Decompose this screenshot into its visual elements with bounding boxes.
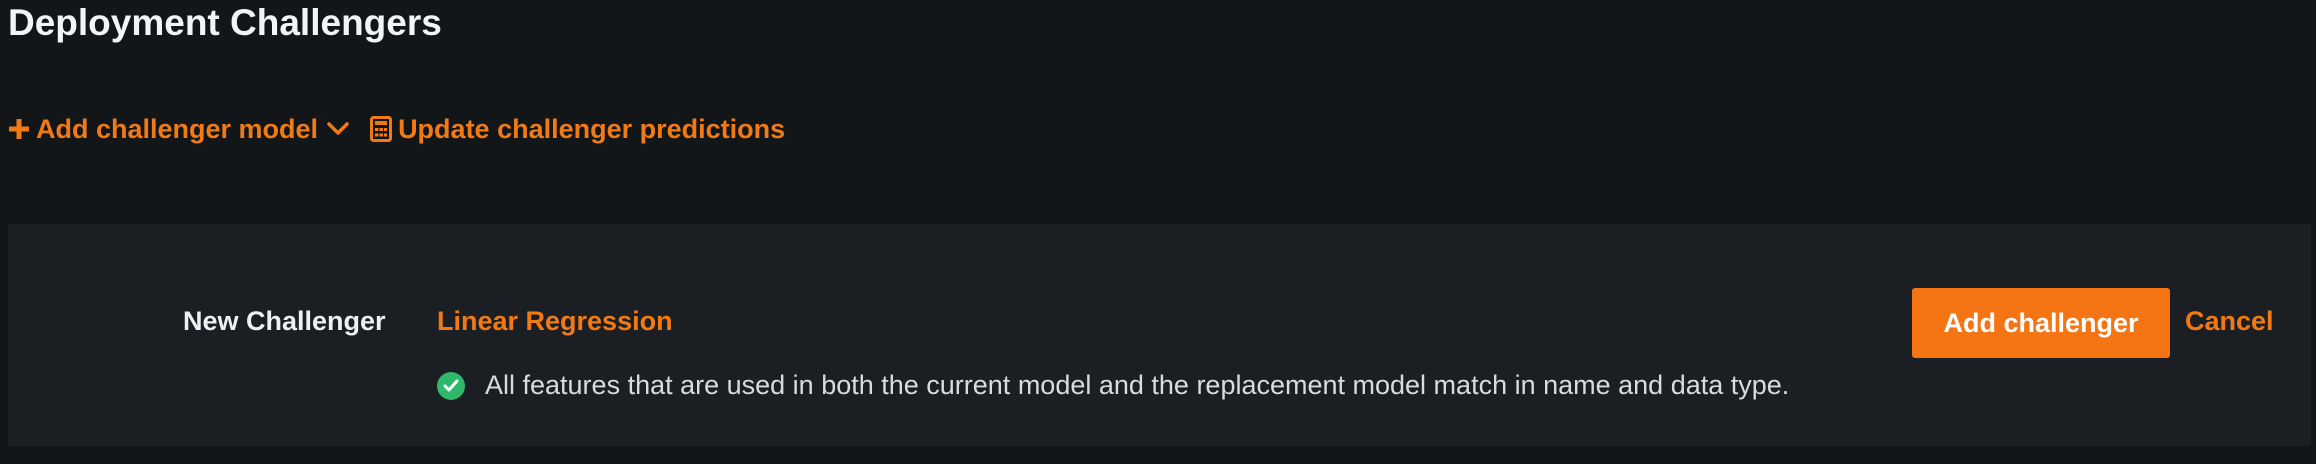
calculator-icon <box>370 116 393 142</box>
update-challenger-predictions-label: Update challenger predictions <box>398 113 786 144</box>
add-challenger-model-label: Add challenger model <box>36 113 319 144</box>
check-circle-icon <box>437 371 465 400</box>
validation-text: All features that are used in both the c… <box>485 370 1790 400</box>
cancel-button[interactable]: Cancel <box>2185 306 2274 337</box>
update-challenger-predictions-button[interactable]: Update challenger predictions <box>370 114 785 145</box>
add-challenger-model-dropdown[interactable]: Add challenger model <box>8 114 349 145</box>
challenger-model-link[interactable]: Linear Regression <box>437 306 673 337</box>
page-title: Deployment Challengers <box>8 2 442 43</box>
challenger-toolbar: Add challenger model Update challenger p… <box>8 110 785 148</box>
deployment-challengers-page: Deployment Challengers Add challenger mo… <box>0 0 2316 464</box>
add-challenger-button[interactable]: Add challenger <box>1912 288 2170 358</box>
new-challenger-panel: New Challenger Linear Regression All fea… <box>8 224 2311 446</box>
new-challenger-label: New Challenger <box>183 306 386 336</box>
chevron-down-icon <box>327 122 349 136</box>
feature-validation-message: All features that are used in both the c… <box>437 370 1789 401</box>
plus-icon <box>8 118 30 140</box>
